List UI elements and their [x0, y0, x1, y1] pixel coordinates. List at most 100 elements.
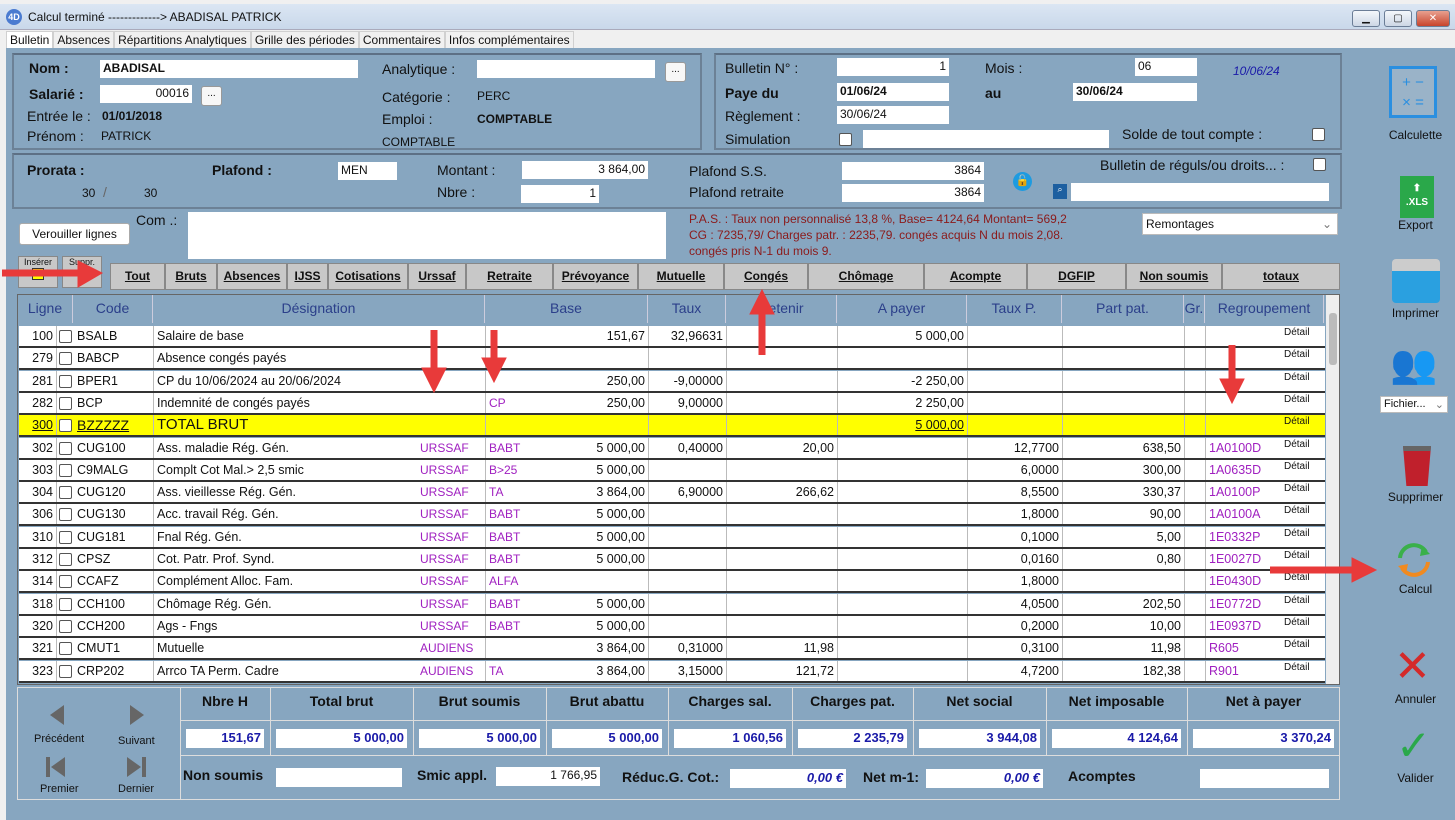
detail-link[interactable]: Détail	[1281, 393, 1325, 413]
row-checkbox[interactable]	[59, 463, 72, 477]
search-field[interactable]	[1071, 183, 1329, 201]
row-checkbox[interactable]	[59, 575, 72, 589]
analytique-lookup-button[interactable]: ...	[665, 62, 686, 82]
detail-link[interactable]: Détail	[1281, 638, 1325, 658]
table-row[interactable]: 302 CUG100 Ass. maladie Rég. Gén. URSSAF BAB…	[19, 437, 1325, 460]
filter-tab-tout[interactable]: Tout	[110, 263, 165, 290]
column-header[interactable]: A payer	[837, 295, 967, 323]
column-header[interactable]: Regroupement	[1205, 295, 1324, 323]
precedent-button[interactable]: Précédent	[34, 733, 84, 745]
maximize-button[interactable]: ▢	[1384, 10, 1412, 27]
mois-field[interactable]: 06	[1135, 58, 1197, 76]
reguls-checkbox[interactable]	[1313, 158, 1326, 171]
search-icon[interactable]: ⌕	[1053, 184, 1067, 199]
table-row[interactable]: 300 BZZZZZ TOTAL BRUT 5 000,00 Détail	[19, 415, 1325, 438]
first-icon[interactable]	[46, 757, 50, 777]
column-header[interactable]: Taux P.	[967, 295, 1062, 323]
row-checkbox[interactable]	[59, 352, 72, 366]
vertical-scrollbar[interactable]	[1326, 295, 1339, 684]
detail-link[interactable]: Détail	[1281, 348, 1325, 368]
row-checkbox[interactable]	[59, 664, 72, 678]
row-checkbox[interactable]	[59, 374, 72, 388]
reglement-field[interactable]: 30/06/24	[837, 106, 949, 124]
reduc-field[interactable]: 0,00 €	[730, 769, 846, 788]
dernier-button[interactable]: Dernier	[118, 783, 154, 795]
simulation-checkbox[interactable]	[839, 133, 852, 146]
non-soumis-field[interactable]	[276, 768, 402, 787]
calculator-icon[interactable]: + − × =	[1389, 66, 1437, 118]
xls-export-icon[interactable]: ⬆ .XLS	[1400, 176, 1434, 218]
premier-button[interactable]: Premier	[40, 783, 79, 795]
row-checkbox[interactable]	[59, 441, 72, 455]
last-icon[interactable]	[127, 757, 141, 777]
detail-link[interactable]: Détail	[1281, 594, 1325, 614]
row-checkbox[interactable]	[59, 330, 72, 343]
previous-icon[interactable]	[50, 705, 64, 725]
filter-tab-ijss[interactable]: IJSS	[287, 263, 328, 290]
detail-link[interactable]: Détail	[1281, 415, 1325, 435]
tab-bulletin[interactable]: Bulletin	[6, 31, 54, 49]
net-m1-field[interactable]: 0,00 €	[926, 769, 1043, 788]
filter-tab-chmage[interactable]: Chômage	[808, 263, 924, 290]
detail-link[interactable]: Détail	[1281, 549, 1325, 569]
table-row[interactable]: 323 CRP202 Arrco TA Perm. Cadre AUDIENS TA 3 …	[19, 660, 1325, 683]
printer-icon[interactable]	[1392, 259, 1440, 303]
table-row[interactable]: 281 BPER1 CP du 10/06/2024 au 20/06/2024 25…	[19, 370, 1325, 393]
tab-infos[interactable]: Infos complémentaires	[444, 31, 574, 49]
detail-link[interactable]: Détail	[1281, 482, 1325, 502]
plafond-retraite-field[interactable]: 3864	[842, 184, 984, 202]
filter-tab-cotisations[interactable]: Cotisations	[328, 263, 408, 290]
minimize-button[interactable]: ▁	[1352, 10, 1380, 27]
table-row[interactable]: 303 C9MALG Complt Cot Mal.> 2,5 smic URSSAF…	[19, 459, 1325, 482]
analytique-field[interactable]	[477, 60, 655, 78]
detail-link[interactable]: Détail	[1281, 527, 1325, 547]
detail-link[interactable]: Détail	[1281, 661, 1325, 681]
column-header[interactable]: Base	[485, 295, 648, 323]
filter-tab-acompte[interactable]: Acompte	[924, 263, 1027, 290]
filter-tab-urssaf[interactable]: Urssaf	[408, 263, 466, 290]
nbre-field[interactable]: 1	[521, 185, 599, 203]
row-checkbox[interactable]	[59, 553, 72, 566]
close-button[interactable]: ✕	[1416, 10, 1450, 27]
filter-tab-dgfip[interactable]: DGFIP	[1027, 263, 1126, 290]
imprimer-button[interactable]: Imprimer	[1378, 306, 1453, 320]
salarie-lookup-button[interactable]: ...	[201, 86, 222, 106]
verouiller-lignes-button[interactable]: Verouiller lignes	[19, 223, 130, 245]
trash-icon[interactable]	[1403, 446, 1431, 486]
detail-link[interactable]: Détail	[1281, 371, 1325, 391]
column-header[interactable]: Ligne	[18, 295, 73, 323]
annuler-button[interactable]: Annuler	[1378, 692, 1453, 706]
column-header[interactable]: Taux	[648, 295, 726, 323]
paye-du-field[interactable]: 01/06/24	[837, 83, 949, 101]
salarie-field[interactable]: 00016	[100, 85, 192, 103]
fichier-select[interactable]: Fichier... ⌄	[1380, 396, 1448, 413]
column-header[interactable]: Part pat.	[1062, 295, 1184, 323]
detail-link[interactable]: Détail	[1281, 571, 1325, 591]
smic-field[interactable]: 1 766,95	[496, 767, 600, 786]
plafond-field[interactable]: MEN	[338, 162, 397, 180]
tab-grille-periodes[interactable]: Grille des périodes	[250, 31, 359, 49]
filter-tab-prvoyance[interactable]: Prévoyance	[553, 263, 638, 290]
com-field[interactable]	[188, 212, 666, 259]
next-icon[interactable]	[130, 705, 144, 725]
detail-link[interactable]: Détail	[1281, 438, 1325, 458]
filter-tab-retraite[interactable]: Retraite	[466, 263, 553, 290]
tab-repartitions[interactable]: Répartitions Analytiques	[114, 31, 251, 49]
valider-button[interactable]: Valider	[1378, 771, 1453, 785]
refresh-icon[interactable]	[1394, 540, 1434, 580]
suppr-button[interactable]: Suppr.	[62, 256, 102, 288]
detail-link[interactable]: Détail	[1281, 504, 1325, 524]
filter-tab-bruts[interactable]: Bruts	[165, 263, 217, 290]
detail-link[interactable]: Détail	[1281, 460, 1325, 480]
check-icon[interactable]: ✓	[1396, 724, 1431, 768]
bulletin-num-field[interactable]: 1	[837, 58, 949, 76]
scrollbar-thumb[interactable]	[1329, 313, 1337, 365]
column-header[interactable]: Code	[73, 295, 153, 323]
calcul-button[interactable]: Calcul	[1378, 582, 1453, 596]
table-row[interactable]: 306 CUG130 Acc. travail Rég. Gén. URSSAF BAB…	[19, 504, 1325, 527]
row-checkbox[interactable]	[59, 486, 72, 500]
cancel-icon[interactable]: ✕	[1394, 645, 1431, 689]
plafond-ss-field[interactable]: 3864	[842, 162, 984, 180]
montant-field[interactable]: 3 864,00	[522, 161, 648, 179]
tab-commentaires[interactable]: Commentaires	[358, 31, 445, 49]
